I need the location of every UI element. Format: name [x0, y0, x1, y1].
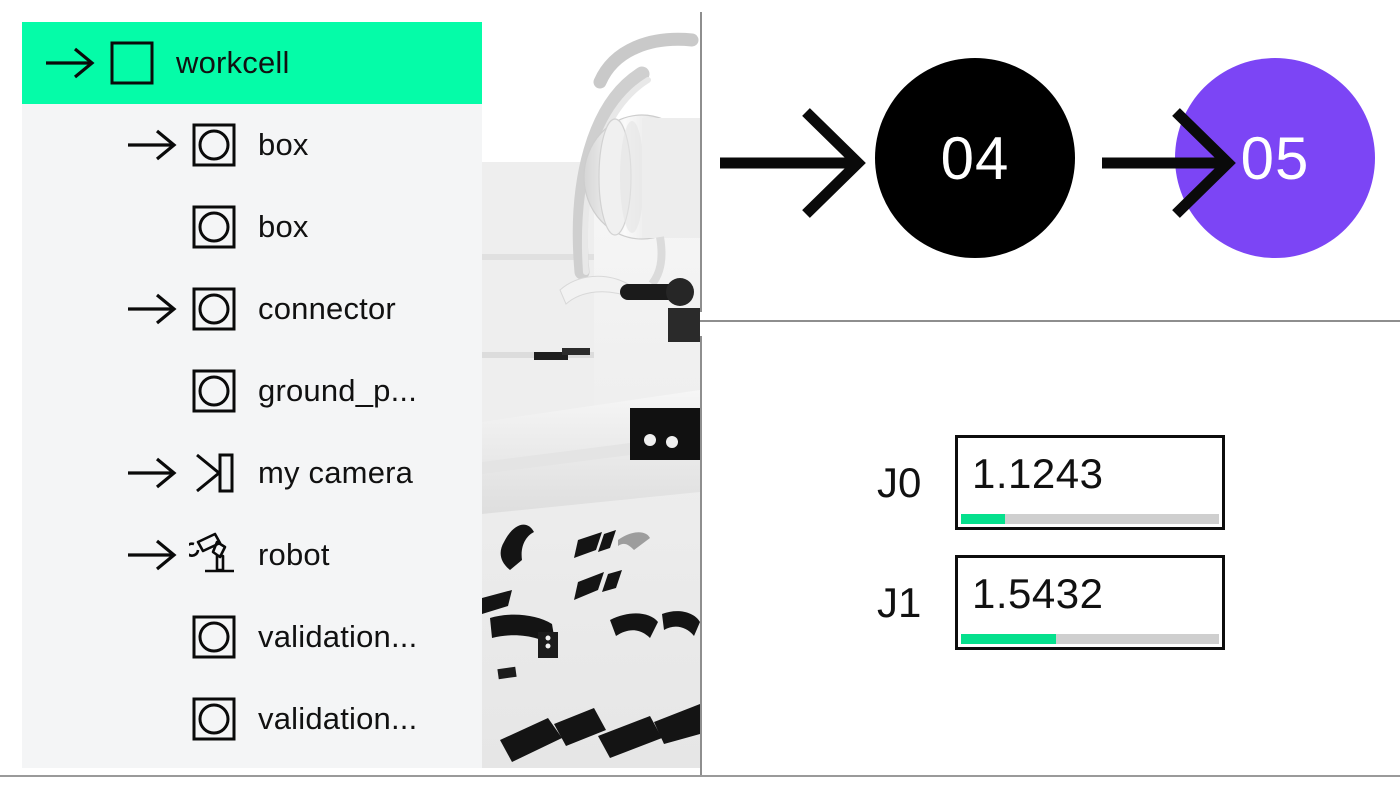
joint-value-field-j0[interactable]: 1.1243 — [955, 435, 1225, 530]
joint-row-j1[interactable]: J1 1.5432 — [877, 555, 1225, 650]
tree-item-label: connector — [258, 291, 396, 326]
app-root: workcell box box connector ground_p... m… — [0, 0, 1400, 788]
expander-arrow-icon[interactable] — [122, 128, 184, 162]
graph-node-label: 05 — [1240, 124, 1310, 192]
tree-item-label: ground_p... — [258, 373, 418, 408]
window-bottom-rule — [0, 775, 1400, 777]
graph-node-04[interactable]: 04 — [875, 58, 1075, 258]
tree-item-box-1[interactable]: box — [22, 104, 482, 186]
tree-item-label: box — [258, 209, 309, 244]
joint-slider-track-j1[interactable] — [961, 634, 1219, 644]
joint-slider-fill-j0 — [961, 514, 1005, 524]
tree-item-label: workcell — [176, 45, 290, 80]
expander-arrow-icon[interactable] — [122, 538, 184, 572]
joint-value-text: 1.1243 — [972, 450, 1104, 497]
circle-in-square-icon — [184, 286, 244, 332]
joint-label: J1 — [877, 578, 922, 626]
scene-tree-panel[interactable]: workcell box box connector ground_p... m… — [22, 22, 482, 768]
expander-arrow-icon[interactable] — [122, 456, 184, 490]
node-graph-panel[interactable]: 04 05 — [702, 0, 1400, 320]
circle-in-square-icon — [184, 696, 244, 742]
tree-item-label: robot — [258, 537, 330, 572]
tree-item-my-camera[interactable]: my camera — [22, 432, 482, 514]
tree-item-connector[interactable]: connector — [22, 268, 482, 350]
tree-item-workcell[interactable]: workcell — [22, 22, 482, 104]
expander-arrow-icon[interactable] — [40, 46, 102, 80]
joint-row-j0[interactable]: J0 1.1243 — [877, 435, 1225, 530]
joint-controls-panel[interactable]: J0 1.1243 J1 1.5432 — [702, 322, 1400, 776]
camera-frustum-icon — [184, 449, 244, 497]
joint-slider-fill-j1 — [961, 634, 1057, 644]
circle-in-square-icon — [184, 614, 244, 660]
arrow-node-04-to-node-05-icon — [1102, 108, 1236, 218]
tree-item-label: validation... — [258, 701, 418, 736]
tree-item-label: box — [258, 127, 309, 162]
tree-item-label: validation... — [258, 619, 418, 654]
joint-value-field-j1[interactable]: 1.5432 — [955, 555, 1225, 650]
graph-node-label: 04 — [940, 124, 1010, 192]
arrow-into-node-04-icon — [720, 108, 866, 218]
circle-in-square-icon — [184, 204, 244, 250]
joint-label: J0 — [877, 458, 922, 506]
circle-in-square-icon — [184, 368, 244, 414]
joint-value-text: 1.5432 — [972, 570, 1104, 617]
expander-arrow-icon[interactable] — [122, 292, 184, 326]
tree-item-box-2[interactable]: box — [22, 186, 482, 268]
tree-item-label: my camera — [258, 455, 414, 490]
tree-item-robot[interactable]: robot — [22, 514, 482, 596]
tree-item-ground-plane[interactable]: ground_p... — [22, 350, 482, 432]
tree-item-validation-2[interactable]: validation... — [22, 678, 482, 760]
square-frame-icon — [102, 40, 162, 86]
robot-arm-icon — [184, 530, 244, 580]
tree-item-validation-1[interactable]: validation... — [22, 596, 482, 678]
viewport-3d-render[interactable] — [482, 22, 700, 768]
joint-slider-track-j0[interactable] — [961, 514, 1219, 524]
circle-in-square-icon — [184, 122, 244, 168]
